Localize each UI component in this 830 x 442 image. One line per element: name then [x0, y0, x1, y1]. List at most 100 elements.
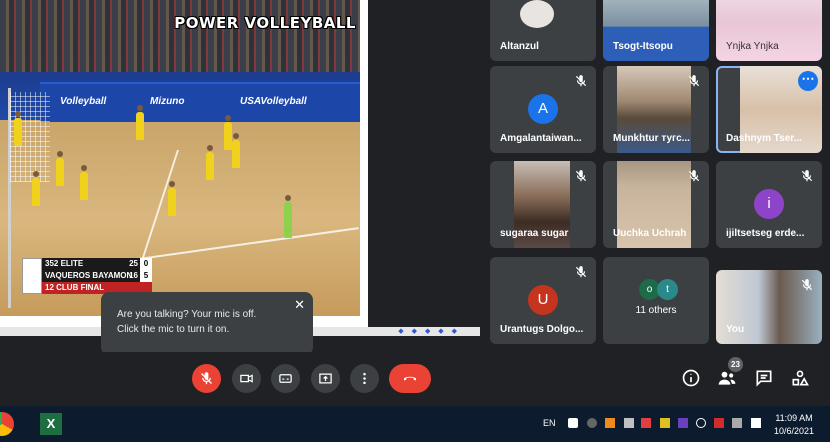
mic-off-icon	[801, 170, 813, 182]
chrome-icon[interactable]	[0, 412, 14, 436]
mic-off-icon	[575, 266, 587, 278]
volume-icon[interactable]	[696, 418, 706, 428]
participant-tile[interactable]: Ynjka Ynjka	[716, 0, 822, 61]
others-count: 11 others	[635, 305, 677, 316]
scoreboard: 352 ELITE 25 0 VAQUEROS BAYAMON 16 5 12 …	[22, 258, 152, 294]
tray-icon[interactable]	[732, 418, 742, 428]
scroll-arrows-icon[interactable]: ◆ ◆ ◆ ◆ ◆	[398, 327, 460, 335]
team-name: VAQUEROS BAYAMON	[45, 271, 133, 280]
mic-off-icon	[575, 170, 587, 182]
participant-avatar: i	[754, 189, 784, 219]
tray-icon[interactable]	[660, 418, 670, 428]
present-icon	[319, 373, 332, 384]
player	[224, 115, 232, 150]
tray-icon[interactable]	[641, 418, 651, 428]
people-count-badge: 23	[728, 357, 743, 372]
self-tile[interactable]: You	[716, 270, 822, 344]
participant-avatar: t	[657, 279, 678, 300]
participant-tile[interactable]: Uuchka Uchrah	[603, 161, 709, 248]
player	[80, 165, 88, 200]
others-avatars: o t	[639, 279, 679, 301]
system-clock[interactable]: 11:09 AM 10/6/2021	[772, 412, 816, 438]
participant-tile[interactable]: Altanzul	[490, 0, 596, 61]
activities-icon[interactable]	[790, 368, 810, 388]
mic-off-icon	[575, 75, 587, 87]
participant-tile[interactable]: A Amgalantaiwan...	[490, 66, 596, 153]
clock-date: 10/6/2021	[773, 426, 815, 436]
tooltip-text: Click the mic to turn it on.	[117, 324, 230, 335]
crowd-background	[0, 0, 360, 72]
participant-name: Munkhtur тугс...	[613, 133, 690, 144]
participant-avatar: A	[528, 94, 558, 124]
more-options-button[interactable]	[350, 364, 379, 393]
tooltip-text: Are you talking? Your mic is off.	[117, 309, 257, 320]
participant-tile[interactable]: sugaraa sugar	[490, 161, 596, 248]
mic-toggle-button[interactable]	[192, 364, 221, 393]
team-sets: 5	[140, 270, 152, 282]
referee	[284, 195, 292, 238]
mic-off-icon	[688, 170, 700, 182]
player	[56, 151, 64, 186]
hang-up-icon	[404, 376, 416, 381]
tray-icon[interactable]	[624, 418, 634, 428]
mic-off-icon	[688, 75, 700, 87]
chat-icon[interactable]	[754, 368, 774, 388]
info-icon[interactable]	[681, 368, 701, 388]
antivirus-tray-icon[interactable]	[714, 418, 724, 428]
participant-tile[interactable]: U Urantugs Dolgo...	[490, 257, 596, 344]
volleyball-video: Volleyball Mizuno USAVolleyball POWER VO…	[0, 0, 360, 316]
player	[168, 181, 176, 216]
shared-screen: Volleyball Mizuno USAVolleyball POWER VO…	[0, 0, 368, 327]
present-screen-button[interactable]	[311, 364, 340, 393]
participant-tile[interactable]: Tsogt-Itsopu	[603, 0, 709, 61]
team-points: 25	[129, 259, 138, 268]
team-sets: 0	[140, 258, 152, 270]
notification-tray-icon[interactable]	[751, 418, 761, 428]
close-icon[interactable]: ✕	[294, 297, 305, 312]
player	[206, 145, 214, 180]
onenote-tray-icon[interactable]	[678, 418, 688, 428]
camera-toggle-button[interactable]	[232, 364, 261, 393]
participant-tile[interactable]: Munkhtur тугс...	[603, 66, 709, 153]
player	[232, 133, 240, 168]
scoreboard-logo	[22, 258, 42, 294]
language-indicator[interactable]: EN	[543, 418, 556, 428]
banner-text: USAVolleyball	[240, 96, 307, 107]
excel-icon[interactable]: X	[40, 413, 62, 435]
camera-icon	[240, 374, 253, 383]
tray-icon[interactable]	[605, 418, 615, 428]
player	[136, 105, 144, 140]
captions-button[interactable]	[271, 364, 300, 393]
more-options-icon[interactable]: ⋯	[798, 71, 818, 91]
participant-name: Altanzul	[500, 41, 539, 52]
network-tray-icon[interactable]	[568, 418, 578, 428]
participant-name: Tsogt-Itsopu	[613, 41, 673, 52]
scoreboard-row: 352 ELITE 25 0	[42, 258, 152, 270]
leave-call-button[interactable]	[389, 364, 431, 393]
tray-icon[interactable]	[587, 418, 597, 428]
video-brand: POWER VOLLEYBALL	[174, 14, 356, 32]
participant-name: sugaraa sugar	[500, 228, 569, 239]
player	[14, 111, 22, 146]
banner-text: Volleyball	[60, 96, 107, 107]
clock-time: 11:09 AM	[775, 413, 813, 423]
participant-name: Urantugs Dolgo...	[500, 324, 584, 335]
mic-off-icon	[801, 279, 813, 291]
player	[32, 171, 40, 206]
windows-taskbar: X EN 11:09 AM 10/6/2021	[0, 406, 830, 442]
others-tile[interactable]: o t 11 others	[603, 257, 709, 344]
participant-tile[interactable]: i ijiltsetseg erde...	[716, 161, 822, 248]
more-vert-icon	[363, 372, 366, 385]
participant-name: Ynjka Ynjka	[726, 41, 779, 52]
team-name: 352 ELITE	[45, 259, 84, 268]
participant-tile-active[interactable]: ⋯ Dashnym Tser...	[716, 66, 822, 153]
meeting-controls: 23	[0, 352, 830, 406]
captions-icon	[279, 374, 292, 383]
participant-photo	[520, 0, 554, 28]
participant-name: Dashnym Tser...	[726, 133, 802, 144]
mic-off-tooltip: Are you talking? Your mic is off. Click …	[101, 292, 313, 362]
team-points: 16	[129, 271, 138, 280]
sponsor-banner: Volleyball Mizuno USAVolleyball	[40, 82, 360, 122]
participant-name: ijiltsetseg erde...	[726, 228, 805, 239]
participant-name: Amgalantaiwan...	[500, 133, 582, 144]
